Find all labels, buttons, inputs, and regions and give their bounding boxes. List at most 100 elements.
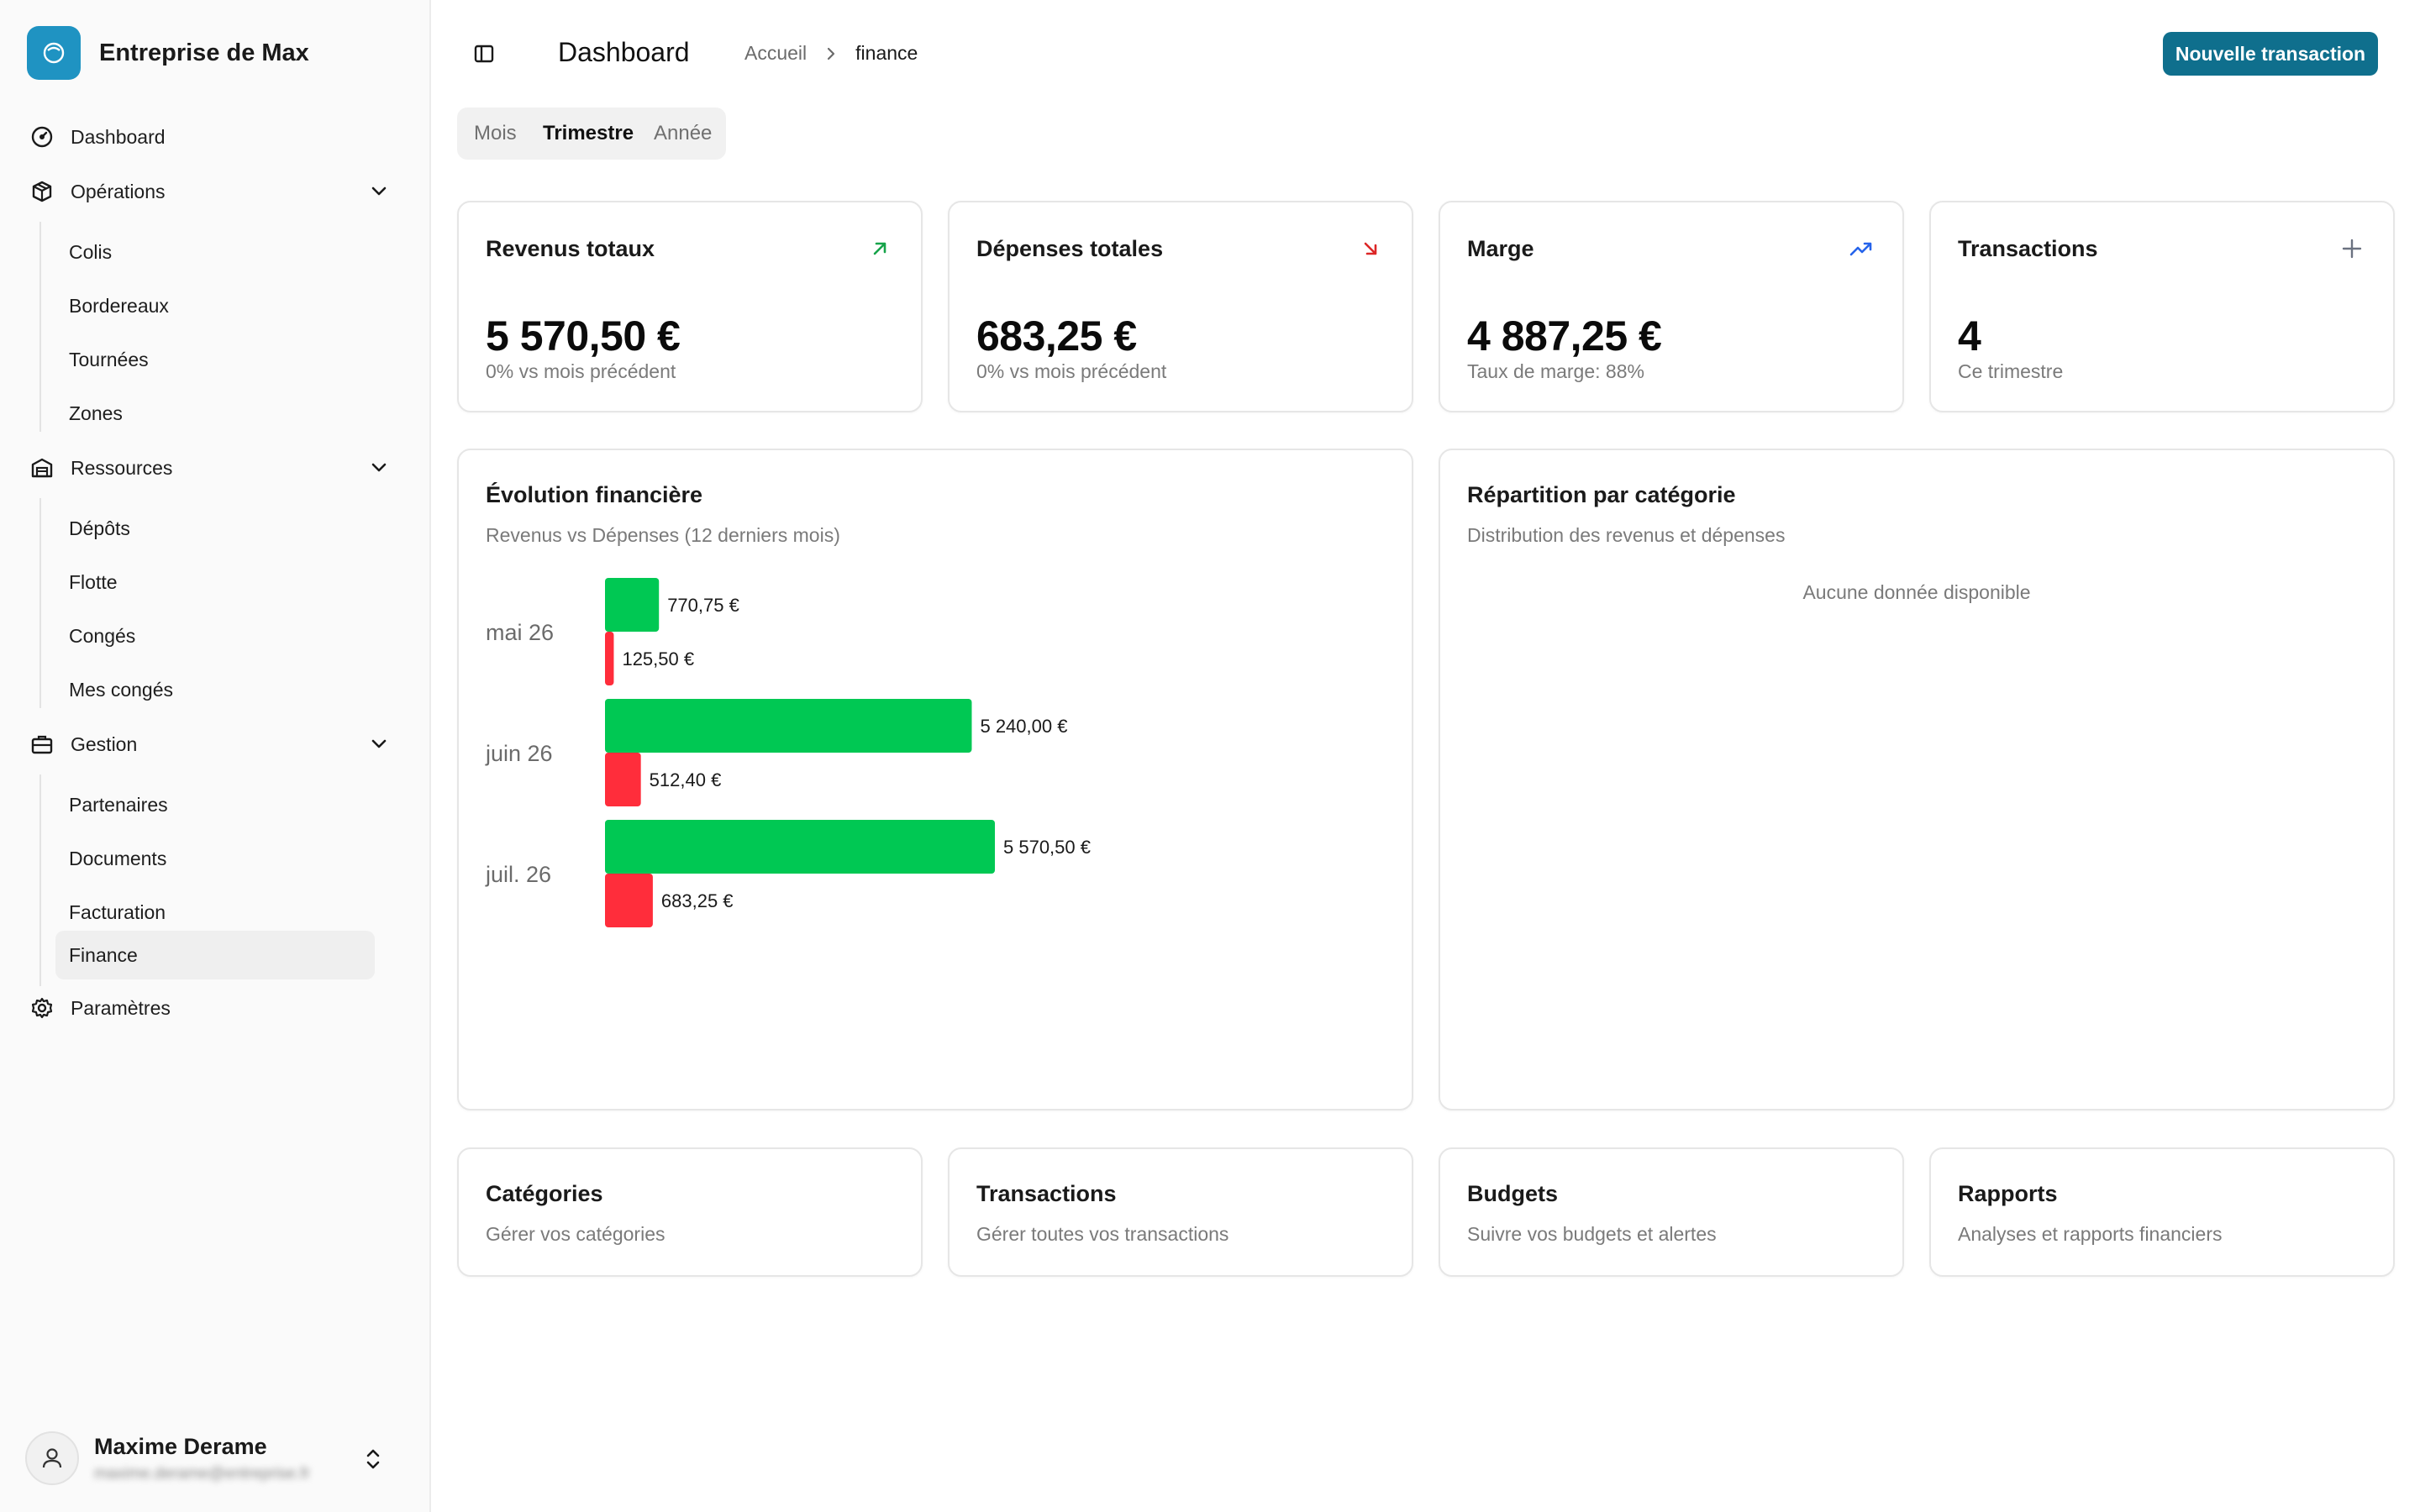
sidebar-item-facturation[interactable]: Facturation xyxy=(55,889,375,936)
link-card-title: Catégories xyxy=(486,1181,603,1206)
stat-card-transactions: Transactions 4 Ce trimestre xyxy=(1929,201,2395,412)
link-card-subtitle: Suivre vos budgets et alertes xyxy=(1467,1223,1717,1245)
new-transaction-button[interactable]: Nouvelle transaction xyxy=(2163,32,2378,76)
sidebar-item-label: Partenaires xyxy=(69,793,168,816)
submenu-guide xyxy=(39,498,41,708)
breadcrumb: Accueil finance xyxy=(744,42,918,65)
stat-title: Dépenses totales xyxy=(976,236,1164,261)
sidebar-item-label: Zones xyxy=(69,402,123,424)
repartition-title: Répartition par catégorie xyxy=(1467,482,1736,507)
link-card-subtitle: Gérer toutes vos transactions xyxy=(976,1223,1229,1245)
expense-bar[interactable] xyxy=(605,632,614,685)
stat-title: Transactions xyxy=(1958,236,2098,261)
sidebar-item-colis[interactable]: Colis xyxy=(55,228,375,276)
tab-annee[interactable]: Année xyxy=(654,108,712,160)
stat-value: 5 570,50 € xyxy=(486,312,681,360)
revenue-bar[interactable] xyxy=(605,699,972,753)
chevron-right-icon xyxy=(828,47,835,60)
stat-title: Marge xyxy=(1467,236,1534,261)
stat-subtitle: 0% vs mois précédent xyxy=(976,360,1167,382)
arrow-up-right-icon xyxy=(873,242,886,255)
sidebar-item-documents[interactable]: Documents xyxy=(55,835,375,882)
bar-value-label: 5 240,00 € xyxy=(980,716,1067,737)
stat-value: 4 887,25 € xyxy=(1467,312,1662,360)
chevron-down-icon[interactable] xyxy=(368,733,390,755)
chevron-down-icon[interactable] xyxy=(368,457,390,479)
breadcrumb-home[interactable]: Accueil xyxy=(744,42,807,65)
user-name: Maxime Derame xyxy=(94,1433,267,1459)
repartition-card: Répartition par catégorie Distribution d… xyxy=(1439,449,2395,1110)
sidebar-item-zones[interactable]: Zones xyxy=(55,390,375,437)
link-card-budgets[interactable]: Budgets Suivre vos budgets et alertes xyxy=(1439,1147,1904,1277)
stat-card-depenses: Dépenses totales 683,25 € 0% vs mois pré… xyxy=(948,201,1413,412)
circle-logo-icon xyxy=(27,26,81,80)
sidebar-item-bordereaux[interactable]: Bordereaux xyxy=(55,282,375,329)
chevrons-up-down-icon[interactable] xyxy=(361,1446,385,1472)
link-card-transactions[interactable]: Transactions Gérer toutes vos transactio… xyxy=(948,1147,1413,1277)
sidebar-item-dashboard[interactable]: Dashboard xyxy=(24,114,405,160)
link-card-subtitle: Gérer vos catégories xyxy=(486,1223,666,1245)
sidebar-item-flotte[interactable]: Flotte xyxy=(55,559,375,606)
sidebar-item-finance[interactable]: Finance xyxy=(55,931,375,979)
sidebar-item-parametres[interactable]: Paramètres xyxy=(24,985,405,1031)
sidebar-item-label: Colis xyxy=(69,240,113,263)
bar-value-label: 512,40 € xyxy=(650,769,722,790)
submenu-guide xyxy=(39,774,41,986)
tab-trimestre[interactable]: Trimestre xyxy=(543,108,634,160)
repartition-subtitle: Distribution des revenus et dépenses xyxy=(1467,524,1786,546)
stat-card-marge: Marge 4 887,25 € Taux de marge: 88% xyxy=(1439,201,1904,412)
user-menu[interactable]: Maxime Derame maxime.derame@entreprise.f… xyxy=(25,1428,407,1488)
sidebar-item-tournees[interactable]: Tournées xyxy=(55,336,375,383)
sidebar-item-label: Dashboard xyxy=(71,125,166,148)
chevron-down-icon[interactable] xyxy=(368,181,390,202)
tab-mois[interactable]: Mois xyxy=(474,108,517,160)
sidebar-item-label: Facturation xyxy=(69,900,166,923)
trending-up-icon xyxy=(1849,242,1872,256)
link-card-title: Budgets xyxy=(1467,1181,1558,1206)
sidebar-item-label: Mes congés xyxy=(69,678,174,701)
sidebar-item-ressources[interactable]: Ressources xyxy=(24,445,405,491)
sidebar-item-label: Flotte xyxy=(69,570,118,593)
sidebar-item-label: Documents xyxy=(69,847,167,869)
stat-title: Revenus totaux xyxy=(486,236,655,261)
sidebar-item-label: Opérations xyxy=(71,180,166,202)
sidebar-item-conges[interactable]: Congés xyxy=(55,612,375,659)
company-switcher[interactable]: Entreprise de Max xyxy=(27,26,309,80)
gear-icon xyxy=(27,993,57,1023)
revenue-bar[interactable] xyxy=(605,578,660,632)
warehouse-icon xyxy=(27,453,57,483)
plus-icon[interactable] xyxy=(2339,236,2365,261)
expense-bar[interactable] xyxy=(605,753,641,806)
sidebar-item-label: Gestion xyxy=(71,732,138,755)
package-icon xyxy=(27,176,57,207)
app-root: Entreprise de Max Dashboard Opérations C… xyxy=(0,0,2420,1512)
sidebar-item-depots[interactable]: Dépôts xyxy=(55,505,375,552)
bar-value-label: 5 570,50 € xyxy=(1003,837,1091,858)
sidebar-item-mes-conges[interactable]: Mes congés xyxy=(55,666,375,713)
sidebar-item-label: Dépôts xyxy=(69,517,130,539)
link-card-rapports[interactable]: Rapports Analyses et rapports financiers xyxy=(1929,1147,2395,1277)
bar-value-label: 683,25 € xyxy=(661,890,734,911)
link-card-title: Transactions xyxy=(976,1181,1117,1206)
stat-value: 683,25 € xyxy=(976,312,1137,360)
sidebar-item-label: Bordereaux xyxy=(69,294,169,317)
sidebar-item-gestion[interactable]: Gestion xyxy=(24,722,405,767)
stat-value: 4 xyxy=(1958,312,1981,360)
link-card-categories[interactable]: Catégories Gérer vos catégories xyxy=(457,1147,923,1277)
sidebar-item-partenaires[interactable]: Partenaires xyxy=(55,781,375,828)
stat-subtitle: 0% vs mois précédent xyxy=(486,360,676,382)
sidebar-item-operations[interactable]: Opérations xyxy=(24,169,405,214)
link-card-subtitle: Analyses et rapports financiers xyxy=(1958,1223,2223,1245)
briefcase-icon xyxy=(27,729,57,759)
bar-value-label: 125,50 € xyxy=(622,648,694,669)
category-label: mai 26 xyxy=(486,620,554,645)
avatar xyxy=(25,1431,79,1485)
revenue-bar[interactable] xyxy=(605,820,995,874)
evolution-bar-chart: mai 26 770,75 € 125,50 € juin 26 5 240,00 € 5… xyxy=(485,578,1091,927)
sidebar-item-label: Ressources xyxy=(71,456,173,479)
expense-bar[interactable] xyxy=(605,874,653,927)
link-card-title: Rapports xyxy=(1958,1181,2058,1206)
user-icon xyxy=(42,1448,62,1468)
breadcrumb-current: finance xyxy=(855,42,918,64)
sidebar-toggle-icon[interactable] xyxy=(472,42,496,66)
